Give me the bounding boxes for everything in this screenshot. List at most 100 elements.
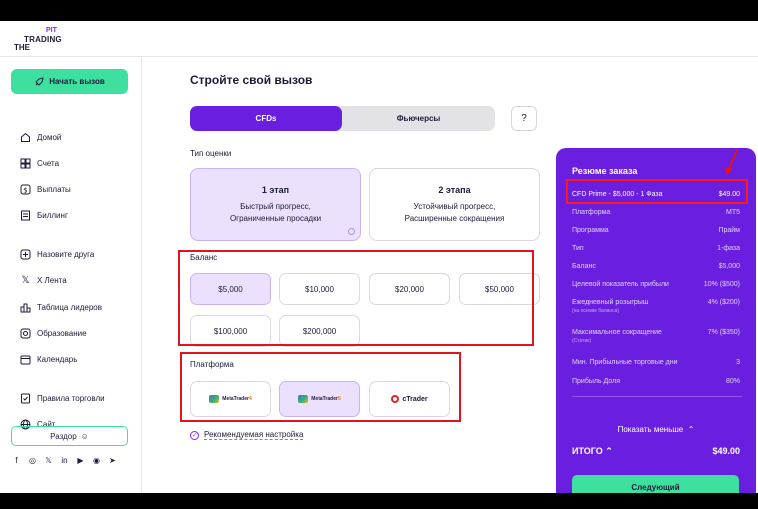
sidebar-item-label: Назовите друга — [37, 249, 95, 259]
stage-title: 2 этапа — [438, 184, 471, 195]
balance-option[interactable]: $10,000 — [279, 273, 360, 305]
stage-option-1[interactable]: 1 этап Быстрый прогресс, Ограниченные пр… — [190, 168, 361, 241]
sidebar-item-label: Счета — [37, 158, 60, 168]
logo-the: THE — [14, 43, 30, 52]
x-icon[interactable]: 𝕏 — [44, 456, 53, 465]
order-summary-panel: Резюме заказа CFD Prime - $5,000 - 1 Фаз… — [556, 148, 756, 493]
market-type-tabs: CFDs Фьючерсы — [190, 106, 495, 131]
youtube-icon[interactable]: ▶ — [76, 456, 85, 465]
chevron-up-icon[interactable]: ⌃ — [603, 446, 613, 456]
balance-option[interactable]: $50,000 — [459, 273, 540, 305]
summary-row-label: Тип — [572, 245, 584, 252]
balance-option[interactable]: $100,000 — [190, 315, 271, 347]
sidebar-item-trading-rules[interactable]: Правила торговли — [20, 391, 105, 405]
summary-row-label: Мин. Прибыльные торговые дни — [572, 359, 678, 366]
linkedin-icon[interactable]: in — [60, 456, 69, 465]
sidebar-item-label: Календарь — [37, 354, 78, 364]
discord-icon: ☺ — [80, 431, 89, 441]
next-button[interactable]: Следующий — [572, 475, 739, 493]
platform-version: 4 — [248, 396, 252, 402]
sidebar-item-education[interactable]: Образование — [20, 326, 87, 340]
reddit-icon[interactable]: ◉ — [92, 456, 101, 465]
platform-label: Платформа — [190, 360, 234, 369]
total-value: $49.00 — [712, 446, 740, 456]
summary-row: Баланс $5,000 — [572, 263, 740, 270]
sidebar-item-calendar[interactable]: Календарь — [20, 352, 77, 366]
stage-desc-line1: Быстрый прогресс, — [240, 201, 311, 211]
rocket-icon — [35, 76, 44, 86]
total-label: ИТОГО — [572, 446, 603, 456]
page-title: Стройте свой вызов — [190, 73, 313, 87]
plus-circle-icon — [20, 249, 31, 260]
summary-row-value: Прайм — [718, 227, 740, 234]
tab-cfds[interactable]: CFDs — [190, 106, 342, 131]
black-bar-top — [0, 0, 758, 21]
sidebar-item-home[interactable]: Домой — [20, 130, 61, 144]
balance-label: Баланс — [190, 253, 218, 262]
facebook-icon[interactable]: f — [12, 456, 21, 465]
summary-row-sub: (на основе баланса) — [572, 308, 620, 314]
summary-row-label: Максимальное сокращение — [572, 329, 662, 336]
chevron-up-icon: ⌃ — [685, 425, 695, 434]
summary-row-sub: (Статик) — [572, 338, 592, 344]
sidebar-item-label: Таблица лидеров — [37, 302, 102, 312]
platform-option-mt4[interactable]: MetaTrader4 — [190, 381, 271, 417]
telegram-icon[interactable]: ➤ — [108, 456, 117, 465]
platform-option-mt5[interactable]: MetaTrader5 — [279, 381, 360, 417]
sidebar-item-label: X Лента — [37, 275, 67, 285]
summary-row-label: Прибыль Доля — [572, 378, 620, 385]
show-less-label: Показать меньше — [617, 425, 684, 434]
sidebar-item-leaderboard[interactable]: Таблица лидеров — [20, 300, 102, 314]
instagram-icon[interactable]: ◎ — [28, 456, 37, 465]
summary-row-value: 7% ($350) — [707, 329, 740, 336]
sidebar-item-label: Биллинг — [37, 210, 68, 220]
receipt-icon — [20, 210, 31, 221]
show-less-button[interactable]: Показать меньше ⌃ — [556, 425, 756, 434]
sidebar-item-accounts[interactable]: Счета — [20, 156, 59, 170]
sidebar-item-label: Образование — [37, 328, 87, 338]
start-challenge-button[interactable]: Начать вызов — [11, 69, 128, 94]
ctrader-logo-icon — [391, 395, 400, 403]
x-icon: 𝕏 — [21, 274, 30, 286]
stage-desc-line1: Устойчивый прогресс, — [413, 201, 496, 211]
platform-name: cTrader — [402, 395, 428, 403]
stage-option-2[interactable]: 2 этапа Устойчивый прогресс, Расширенные… — [369, 168, 540, 241]
stage-title: 1 этап — [261, 184, 290, 195]
summary-title: Резюме заказа — [572, 166, 638, 176]
summary-row-value: 3 — [736, 359, 740, 366]
summary-divider — [572, 396, 742, 397]
balance-option[interactable]: $5,000 — [190, 273, 271, 305]
tab-futures[interactable]: Фьючерсы — [342, 106, 495, 131]
total-row: ИТОГО ⌃ $49.00 — [572, 446, 740, 457]
help-button[interactable]: ? — [511, 106, 537, 131]
recommended-label: Рекомендуемая настройка — [204, 430, 304, 440]
summary-row-value: $5,000 — [718, 263, 740, 270]
sidebar-item-billing[interactable]: Биллинг — [20, 208, 68, 222]
calendar-icon — [20, 354, 31, 365]
stage-desc-line2: Расширенные сокращения — [404, 213, 505, 223]
balance-option[interactable]: $20,000 — [369, 273, 450, 305]
platform-option-ctrader[interactable]: cTrader — [369, 381, 450, 417]
platform-name: MetaTrader — [311, 396, 338, 402]
summary-row-label: Целевой показатель прибыли — [572, 281, 669, 288]
sidebar-item-refer[interactable]: Назовите друга — [20, 247, 94, 261]
discord-button[interactable]: Раздор ☺ — [11, 426, 128, 446]
summary-row: Платформа MT5 — [572, 209, 740, 216]
sidebar-item-label: Домой — [37, 132, 62, 142]
platform-version: 5 — [337, 396, 341, 402]
assessment-type-label: Тип оценки — [190, 149, 232, 158]
education-icon — [20, 328, 31, 339]
sidebar-item-payouts[interactable]: $ Выплаты — [20, 182, 71, 196]
balance-option[interactable]: $200,000 — [279, 315, 360, 347]
summary-row: Прибыль Доля 80% — [572, 378, 740, 385]
discord-label: Раздор — [50, 431, 77, 441]
sidebar-item-x-feed[interactable]: 𝕏 X Лента — [20, 273, 67, 287]
summary-row-value: $49.00 — [718, 191, 740, 198]
stage-desc-line2: Ограниченные просадки — [229, 213, 322, 223]
platform-name: MetaTrader — [222, 396, 249, 402]
check-circle-icon: ✓ — [190, 430, 199, 440]
social-links: f ◎ 𝕏 in ▶ ◉ ➤ — [12, 456, 117, 465]
recommended-setting[interactable]: ✓ Рекомендуемая настройка — [190, 430, 304, 440]
svg-text:$: $ — [23, 186, 27, 194]
grid-icon — [20, 158, 31, 169]
